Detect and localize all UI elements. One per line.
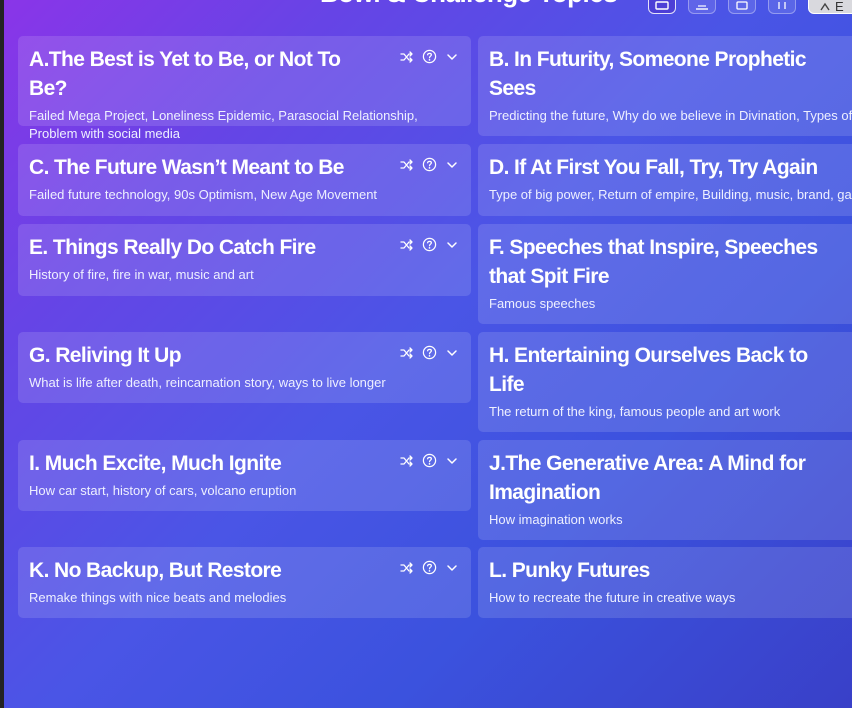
card-actions xyxy=(400,345,459,360)
card-actions xyxy=(400,49,459,64)
help-circle-icon[interactable] xyxy=(422,560,437,575)
topic-card-g[interactable]: G. Reliving It Up What is life after dea… xyxy=(18,332,471,403)
topic-card-i[interactable]: I. Much Excite, Much Ignite How car star… xyxy=(18,440,471,511)
expand-icon xyxy=(819,0,831,13)
topic-title: J.The Generative Area: A Mind for Imagin… xyxy=(489,452,806,504)
topic-title: H. Entertaining Ourselves Back to Life xyxy=(489,344,808,396)
expand-button[interactable]: E xyxy=(808,0,852,14)
grid-view-button[interactable] xyxy=(648,0,676,14)
chevron-down-icon[interactable] xyxy=(445,238,459,252)
expand-button-label: E xyxy=(835,0,844,14)
topic-title: L. Punky Futures xyxy=(489,559,650,582)
page-header: Bowl & Challenge Topics E xyxy=(4,0,852,18)
topic-description: History of fire, fire in war, music and … xyxy=(29,267,254,282)
topic-card-h[interactable]: H. Entertaining Ourselves Back to Life T… xyxy=(478,332,852,432)
card-actions xyxy=(400,560,459,575)
help-circle-icon[interactable] xyxy=(422,453,437,468)
shuffle-icon[interactable] xyxy=(400,50,414,64)
help-circle-icon[interactable] xyxy=(422,237,437,252)
topic-card-e[interactable]: E. Things Really Do Catch Fire History o… xyxy=(18,224,471,296)
topic-card-d[interactable]: D. If At First You Fall, Try, Try Again … xyxy=(478,144,852,216)
calendar-button[interactable] xyxy=(728,0,756,14)
topic-description: Famous speeches xyxy=(489,296,596,311)
topic-title: E. Things Really Do Catch Fire xyxy=(29,236,316,259)
topic-card-j[interactable]: J.The Generative Area: A Mind for Imagin… xyxy=(478,440,852,540)
topic-description: What is life after death, reincarnation … xyxy=(29,375,386,390)
topic-title: D. If At First You Fall, Try, Try Again xyxy=(489,156,818,179)
image-view-button[interactable] xyxy=(688,0,716,14)
topic-card-l[interactable]: L. Punky Futures How to recreate the fut… xyxy=(478,547,852,618)
topic-title: I. Much Excite, Much Ignite xyxy=(29,452,282,475)
shuffle-icon[interactable] xyxy=(400,561,414,575)
shuffle-icon[interactable] xyxy=(400,238,414,252)
help-circle-icon[interactable] xyxy=(422,345,437,360)
topic-description: Remake things with nice beats and melodi… xyxy=(29,590,287,605)
card-actions xyxy=(400,453,459,468)
topic-description: Failed Mega Project, Loneliness Epidemic… xyxy=(29,108,418,141)
calendar-icon xyxy=(735,1,749,13)
topic-card-c[interactable]: C. The Future Wasn’t Meant to Be Failed … xyxy=(18,144,471,216)
topic-description: How car start, history of cars, volcano … xyxy=(29,483,297,498)
topic-description: Predicting the future, Why do we believe… xyxy=(489,108,852,123)
topic-description: How imagination works xyxy=(489,512,623,527)
topic-description: Type of big power, Return of empire, Bui… xyxy=(489,187,852,202)
chevron-down-icon[interactable] xyxy=(445,158,459,172)
shuffle-icon[interactable] xyxy=(400,346,414,360)
help-circle-icon[interactable] xyxy=(422,157,437,172)
shuffle-icon[interactable] xyxy=(400,454,414,468)
shuffle-icon[interactable] xyxy=(400,158,414,172)
people-icon xyxy=(775,1,789,13)
topic-description: Failed future technology, 90s Optimism, … xyxy=(29,187,378,202)
people-button[interactable] xyxy=(768,0,796,14)
topic-card-a[interactable]: A.The Best is Yet to Be, or Not To Be? F… xyxy=(18,36,471,141)
topic-description: How to recreate the future in creative w… xyxy=(489,590,736,605)
topic-card-f[interactable]: F. Speeches that Inspire, Speeches that … xyxy=(478,224,852,324)
topic-title: B. In Futurity, Someone Prophetic Sees xyxy=(489,48,807,100)
image-view-icon xyxy=(695,1,709,13)
topic-description: The return of the king, famous people an… xyxy=(489,404,781,419)
chevron-down-icon[interactable] xyxy=(445,561,459,575)
topic-title: F. Speeches that Inspire, Speeches that … xyxy=(489,236,818,288)
topic-title: A.The Best is Yet to Be, or Not To Be? xyxy=(29,48,341,100)
page-title: Bowl & Challenge Topics xyxy=(320,0,618,9)
card-actions xyxy=(400,237,459,252)
topic-card-k[interactable]: K. No Backup, But Restore Remake things … xyxy=(18,547,471,618)
chevron-down-icon[interactable] xyxy=(445,454,459,468)
topic-card-b[interactable]: B. In Futurity, Someone Prophetic Sees P… xyxy=(478,36,852,136)
card-actions xyxy=(400,157,459,172)
topic-title: C. The Future Wasn’t Meant to Be xyxy=(29,156,344,179)
chevron-down-icon[interactable] xyxy=(445,50,459,64)
topic-title: G. Reliving It Up xyxy=(29,344,182,367)
grid-view-icon xyxy=(655,1,669,13)
help-circle-icon[interactable] xyxy=(422,49,437,64)
topics-page: Bowl & Challenge Topics E xyxy=(4,0,852,708)
chevron-down-icon[interactable] xyxy=(445,346,459,360)
topic-title: K. No Backup, But Restore xyxy=(29,559,282,582)
